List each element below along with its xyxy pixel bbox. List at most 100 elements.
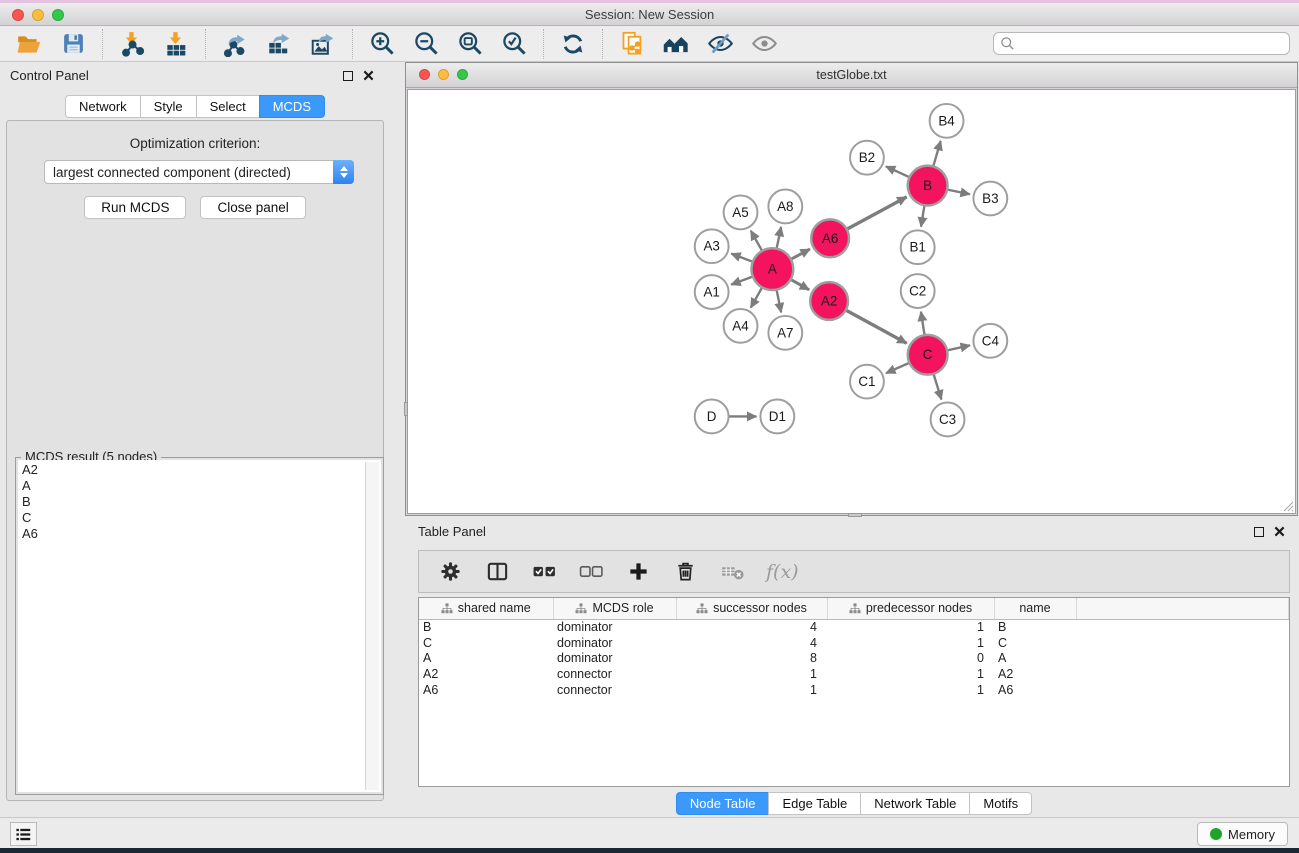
node-C1[interactable]: C1 — [850, 365, 884, 399]
table-cell[interactable]: B — [994, 619, 1076, 635]
node-C2[interactable]: C2 — [901, 274, 935, 308]
tab-select[interactable]: Select — [196, 95, 260, 118]
result-item[interactable]: A6 — [22, 526, 381, 542]
node-C[interactable]: C — [908, 335, 948, 375]
split-panel-button[interactable] — [484, 559, 510, 585]
node-B2[interactable]: B2 — [850, 141, 884, 175]
export-image-button[interactable] — [309, 30, 337, 58]
table-cell[interactable]: 0 — [827, 651, 994, 667]
column-header-name[interactable]: name — [994, 598, 1076, 619]
tab-style[interactable]: Style — [140, 95, 197, 118]
node-A6[interactable]: A6 — [811, 219, 849, 257]
column-header-mcds-role[interactable]: MCDS role — [553, 598, 676, 619]
table-cell[interactable]: A — [419, 651, 553, 667]
zoom-in-button[interactable] — [368, 30, 396, 58]
table-cell[interactable]: A2 — [419, 666, 553, 682]
import-table-button[interactable] — [162, 30, 190, 58]
show-all-button[interactable] — [750, 30, 778, 58]
table-row[interactable]: Cdominator41C — [419, 635, 1289, 651]
mcds-result-list[interactable]: A2ABCA6 — [18, 460, 381, 792]
tab-motifs[interactable]: Motifs — [969, 792, 1032, 815]
node-A1[interactable]: A1 — [695, 275, 729, 309]
memory-button[interactable]: Memory — [1197, 822, 1288, 846]
search-field[interactable] — [993, 32, 1290, 55]
table-cell[interactable]: 4 — [676, 635, 827, 651]
table-cell[interactable]: C — [419, 635, 553, 651]
splitter-gripper-bottom[interactable] — [848, 513, 862, 517]
close-panel-button[interactable]: Close panel — [200, 196, 305, 219]
node-A2[interactable]: A2 — [810, 282, 848, 320]
resize-corner-icon[interactable] — [1281, 499, 1294, 512]
zoom-selected-button[interactable] — [500, 30, 528, 58]
result-scrollbar[interactable] — [365, 462, 379, 790]
delete-table-button[interactable] — [719, 559, 745, 585]
table-cell[interactable]: C — [994, 635, 1076, 651]
node-B1[interactable]: B1 — [901, 230, 935, 264]
create-column-button[interactable] — [625, 559, 651, 585]
node-A[interactable]: A — [751, 248, 793, 290]
table-cell[interactable]: dominator — [553, 619, 676, 635]
table-options-button[interactable] — [437, 559, 463, 585]
new-network-from-selection-button[interactable] — [618, 30, 646, 58]
optimization-criterion-dropdown[interactable]: largest connected component (directed) — [44, 160, 354, 184]
zoom-out-button[interactable] — [412, 30, 440, 58]
table-cell[interactable]: connector — [553, 682, 676, 698]
zoom-fit-button[interactable] — [456, 30, 484, 58]
result-item[interactable]: A2 — [22, 462, 381, 478]
tab-mcds[interactable]: MCDS — [259, 95, 325, 118]
tab-node-table[interactable]: Node Table — [676, 792, 770, 815]
node-A3[interactable]: A3 — [695, 229, 729, 263]
save-session-button[interactable] — [59, 30, 87, 58]
table-row[interactable]: A2connector11A2 — [419, 666, 1289, 682]
open-session-button[interactable] — [15, 30, 43, 58]
function-builder-button[interactable]: f(x) — [766, 561, 799, 583]
node-A4[interactable]: A4 — [724, 309, 758, 343]
unselect-all-columns-button[interactable] — [578, 559, 604, 585]
node-A7[interactable]: A7 — [768, 316, 802, 350]
export-network-button[interactable] — [221, 30, 249, 58]
import-network-button[interactable] — [118, 30, 146, 58]
column-header-shared-name[interactable]: shared name — [419, 598, 553, 619]
table-cell[interactable]: 1 — [827, 619, 994, 635]
close-panel-icon[interactable] — [363, 70, 374, 81]
table-cell[interactable]: B — [419, 619, 553, 635]
tab-edge-table[interactable]: Edge Table — [768, 792, 861, 815]
node-B3[interactable]: B3 — [973, 182, 1007, 216]
table-cell[interactable]: 1 — [676, 666, 827, 682]
network-canvas[interactable]: AA1A2A3A4A5A6A7A8BB1B2B3B4CC1C2C3C4DD1 — [407, 89, 1296, 514]
node-C3[interactable]: C3 — [931, 403, 965, 437]
first-neighbors-button[interactable] — [662, 30, 690, 58]
column-header-predecessor-nodes[interactable]: predecessor nodes — [827, 598, 994, 619]
table-cell[interactable]: dominator — [553, 635, 676, 651]
network-graph[interactable]: AA1A2A3A4A5A6A7A8BB1B2B3B4CC1C2C3C4DD1 — [408, 90, 1297, 514]
table-cell[interactable]: 8 — [676, 651, 827, 667]
table-cell[interactable]: A6 — [994, 682, 1076, 698]
column-header-successor-nodes[interactable]: successor nodes — [676, 598, 827, 619]
node-B4[interactable]: B4 — [930, 104, 964, 138]
node-D1[interactable]: D1 — [760, 400, 794, 434]
table-cell[interactable]: 1 — [827, 682, 994, 698]
delete-columns-button[interactable] — [672, 559, 698, 585]
table-cell[interactable]: A — [994, 651, 1076, 667]
table-cell[interactable]: A6 — [419, 682, 553, 698]
hide-selected-button[interactable] — [706, 30, 734, 58]
table-cell[interactable]: 1 — [676, 682, 827, 698]
node-B[interactable]: B — [908, 166, 948, 206]
table-cell[interactable]: connector — [553, 666, 676, 682]
table-row[interactable]: Adominator80A — [419, 651, 1289, 667]
result-item[interactable]: C — [22, 510, 381, 526]
close-table-panel-icon[interactable] — [1274, 526, 1285, 537]
node-A8[interactable]: A8 — [768, 190, 802, 224]
result-item[interactable]: A — [22, 478, 381, 494]
table-cell[interactable]: 4 — [676, 619, 827, 635]
export-table-button[interactable] — [265, 30, 293, 58]
select-all-columns-button[interactable] — [531, 559, 557, 585]
table-row[interactable]: A6connector11A6 — [419, 682, 1289, 698]
float-table-panel-icon[interactable] — [1254, 527, 1264, 537]
table-cell[interactable]: dominator — [553, 651, 676, 667]
table-row[interactable]: Bdominator41B — [419, 619, 1289, 635]
network-window-titlebar[interactable]: testGlobe.txt — [406, 63, 1297, 88]
table-cell[interactable]: 1 — [827, 635, 994, 651]
apply-layout-button[interactable] — [559, 30, 587, 58]
float-panel-icon[interactable] — [343, 71, 353, 81]
